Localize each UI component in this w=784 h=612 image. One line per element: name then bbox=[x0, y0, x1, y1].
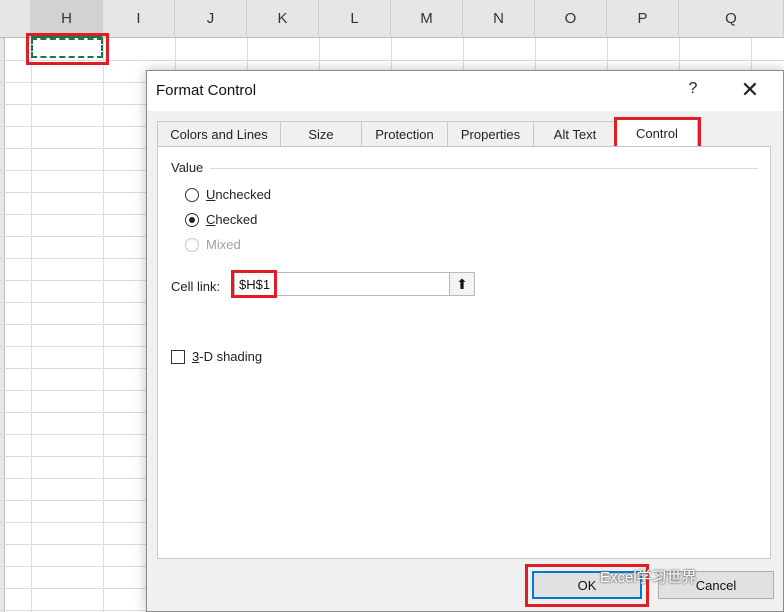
radio-unchecked[interactable]: Unchecked bbox=[185, 187, 271, 202]
column-header-m[interactable]: M bbox=[391, 0, 463, 38]
tab-protection[interactable]: Protection bbox=[361, 121, 448, 146]
tab-properties[interactable]: Properties bbox=[447, 121, 534, 146]
radio-circle-icon bbox=[185, 187, 199, 202]
collapse-dialog-icon[interactable]: ⬆ bbox=[449, 273, 474, 295]
column-header-o[interactable]: O bbox=[535, 0, 607, 38]
group-divider bbox=[210, 168, 758, 169]
column-header-n[interactable]: N bbox=[463, 0, 535, 38]
gridline bbox=[0, 60, 784, 61]
column-header-j[interactable]: J bbox=[175, 0, 247, 38]
radio-checked[interactable]: Checked bbox=[185, 212, 257, 227]
value-group-label: Value bbox=[171, 160, 204, 175]
tab-alt-text[interactable]: Alt Text bbox=[533, 121, 617, 146]
highlight-cell-link bbox=[231, 270, 277, 298]
gridline bbox=[103, 38, 104, 612]
gridline bbox=[31, 38, 32, 612]
dialog-titlebar: Format Control ? ✕ bbox=[147, 71, 783, 111]
radio-mixed: Mixed bbox=[185, 237, 241, 252]
checkbox-3d-shading-label: 3-D shading bbox=[192, 349, 263, 364]
tab-colors-and-lines[interactable]: Colors and Lines bbox=[157, 121, 281, 146]
row-header-strip bbox=[0, 38, 5, 612]
radio-checked-label: Checked bbox=[206, 212, 258, 227]
help-button[interactable]: ? bbox=[683, 80, 703, 98]
column-header-i[interactable]: I bbox=[103, 0, 175, 38]
checkbox-3d-shading[interactable]: 3-D shading bbox=[171, 349, 262, 364]
column-header-q[interactable]: Q bbox=[679, 0, 784, 38]
tab-size[interactable]: Size bbox=[280, 121, 362, 146]
radio-selected-icon bbox=[185, 212, 199, 227]
radio-unchecked-label: Unchecked bbox=[206, 187, 272, 202]
close-icon[interactable]: ✕ bbox=[737, 77, 763, 103]
radio-mixed-label: Mixed bbox=[206, 237, 241, 252]
highlight-cell-h1 bbox=[26, 33, 109, 65]
cell-link-label: Cell link: bbox=[171, 279, 221, 294]
column-header-p[interactable]: P bbox=[607, 0, 679, 38]
watermark-text: Excel学习世界 bbox=[600, 569, 697, 586]
column-header-k[interactable]: K bbox=[247, 0, 319, 38]
column-header-l[interactable]: L bbox=[319, 0, 391, 38]
control-tab-panel: Value Unchecked Checked Mixed Cell link:… bbox=[157, 146, 771, 559]
checkbox-icon bbox=[171, 349, 185, 364]
radio-circle-icon bbox=[185, 237, 199, 252]
format-control-dialog: Format Control ? ✕ Colors and Lines Size… bbox=[146, 70, 784, 612]
dialog-title: Format Control bbox=[156, 82, 257, 99]
